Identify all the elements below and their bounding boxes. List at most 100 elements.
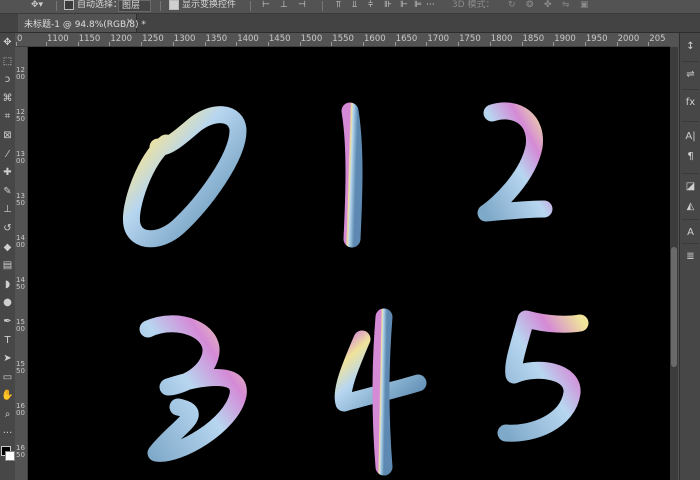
ruler-tick-label: 1900 bbox=[554, 34, 576, 44]
ruler-tick-mark bbox=[46, 42, 47, 46]
ruler-tick-label: 1500 bbox=[300, 34, 323, 44]
path-select-tool-icon[interactable]: ➤ bbox=[0, 351, 15, 367]
ruler-tick-label: 1400 bbox=[237, 34, 259, 44]
digit-3 bbox=[139, 315, 247, 462]
align-right-icon[interactable]: ⊣ bbox=[298, 0, 306, 11]
crop-tool-icon[interactable]: ⌗ bbox=[0, 109, 15, 125]
ruler-tick-label: 1600 bbox=[16, 402, 25, 417]
ruler-tick-mark bbox=[553, 42, 555, 46]
distribute-top-icon[interactable]: ⫪ bbox=[336, 0, 341, 11]
distribute-bottom-icon[interactable]: ⫩ bbox=[368, 0, 373, 11]
ruler-tick-mark bbox=[331, 42, 333, 46]
align-center-icon[interactable]: ⊥ bbox=[280, 0, 288, 11]
scrollbar-thumb[interactable] bbox=[671, 247, 677, 367]
healing-brush-tool-icon[interactable]: ✚ bbox=[0, 165, 15, 181]
orbit-3d-icon[interactable]: ↻ bbox=[508, 0, 516, 11]
more-tools-icon[interactable]: ··· bbox=[0, 426, 15, 442]
paragraph-icon[interactable]: ¶ bbox=[680, 149, 700, 165]
distribute-left-icon[interactable]: ⊪ bbox=[384, 0, 392, 11]
ruler-tick-label: 1450 bbox=[16, 276, 25, 291]
adjust-icon[interactable]: ⇌ bbox=[680, 67, 700, 83]
ruler-tick-label: 1150 bbox=[78, 34, 101, 44]
history-brush-tool-icon[interactable]: ↺ bbox=[0, 221, 15, 237]
distribute-center-icon[interactable]: ⊩ bbox=[400, 0, 408, 11]
frame-tool-icon[interactable]: ⊠ bbox=[0, 128, 15, 144]
horizontal-ruler: 0 1100 1150 1200 1250 1300 1350 1400 1450 1500 155… bbox=[15, 33, 670, 47]
pan-3d-icon[interactable]: ✤ bbox=[544, 0, 552, 11]
shape-icon[interactable]: ◭ bbox=[680, 199, 700, 215]
vertical-ruler: 1200 1250 1300 1350 1400 1450 1500 1550 1600 1650 bbox=[15, 47, 28, 480]
ruler-tick-mark bbox=[267, 42, 269, 46]
quick-select-tool-icon[interactable]: ⌘ bbox=[0, 91, 15, 107]
document-tab[interactable]: 未标题-1 @ 94.8%(RGB/8) * × bbox=[18, 14, 146, 32]
more-options-icon[interactable]: ··· bbox=[426, 0, 435, 11]
ruler-tick-mark bbox=[458, 42, 460, 46]
distribute-middle-icon[interactable]: ⫫ bbox=[352, 0, 357, 11]
background-color-swatch[interactable] bbox=[5, 451, 15, 462]
clone-stamp-tool-icon[interactable]: ⊥ bbox=[0, 202, 15, 218]
zoom-tool-icon[interactable]: ⌕ bbox=[0, 407, 15, 423]
panel-separator bbox=[682, 89, 699, 90]
ruler-tick-label: 1400 bbox=[16, 234, 25, 249]
ruler-tick-label: 0 bbox=[17, 34, 23, 44]
move-tool-icon[interactable]: ✥ bbox=[0, 35, 15, 51]
move-options-icon[interactable]: ✥▾ bbox=[31, 0, 43, 11]
scale-3d-icon[interactable]: ▣ bbox=[580, 0, 589, 11]
ruler-tick-mark bbox=[299, 42, 301, 46]
options-bar: ✥▾ 自动选择： 图层 显示变换控件 ⊢ ⊥ ⊣ ⫪ ⫫ ⫩ ⊪ ⊩ ⊫ ···… bbox=[0, 0, 700, 14]
fx-icon[interactable]: fx bbox=[680, 95, 700, 111]
arrange-icon[interactable]: ↕ bbox=[680, 39, 700, 55]
separator bbox=[250, 1, 251, 11]
digit-1 bbox=[341, 102, 363, 248]
glyphs-icon[interactable]: A bbox=[680, 225, 700, 241]
marquee-tool-icon[interactable]: ⬚ bbox=[0, 54, 15, 70]
ruler-tick-label: 1500 bbox=[16, 318, 25, 333]
properties-icon[interactable]: ≣ bbox=[680, 249, 700, 265]
ruler-tick-label: 1200 bbox=[110, 34, 133, 44]
layer-comps-icon[interactable]: ◪ bbox=[680, 179, 700, 195]
ruler-tick-mark bbox=[648, 42, 650, 46]
ruler-tick-mark bbox=[363, 42, 364, 46]
eyedropper-tool-icon[interactable]: ⁄ bbox=[0, 147, 15, 163]
show-transform-checkbox[interactable] bbox=[169, 0, 179, 10]
pen-tool-icon[interactable]: ✒ bbox=[0, 314, 15, 330]
ruler-tick-mark bbox=[109, 42, 111, 46]
hand-tool-icon[interactable]: ✋ bbox=[0, 388, 15, 404]
lasso-tool-icon[interactable]: ↄ bbox=[0, 72, 15, 88]
ruler-tick-label: 1600 bbox=[364, 34, 386, 44]
ruler-tick-label: 1650 bbox=[16, 444, 25, 459]
ruler-tick-label: 1350 bbox=[205, 34, 228, 44]
eraser-tool-icon[interactable]: ◆ bbox=[0, 240, 15, 256]
ruler-tick-label: 1750 bbox=[459, 34, 481, 44]
ruler-tick-mark bbox=[616, 42, 618, 46]
auto-select-label: 自动选择： bbox=[77, 0, 123, 10]
type-tool-icon[interactable]: T bbox=[0, 333, 15, 349]
ruler-tick-label: 1200 bbox=[16, 66, 25, 81]
brush-tool-icon[interactable]: ✎ bbox=[0, 184, 15, 200]
separator bbox=[322, 1, 323, 11]
slide-3d-icon[interactable]: ⇋ bbox=[562, 0, 570, 11]
gradient-tool-icon[interactable]: ▤ bbox=[0, 258, 15, 274]
document-canvas[interactable] bbox=[28, 47, 670, 480]
auto-select-checkbox[interactable] bbox=[64, 0, 74, 10]
ruler-tick-label: 1100 bbox=[47, 34, 69, 44]
distribute-right-icon[interactable]: ⊫ bbox=[414, 0, 422, 11]
digit-4-stem bbox=[372, 308, 393, 476]
ruler-tick-mark bbox=[489, 42, 491, 46]
align-left-icon[interactable]: ⊢ bbox=[262, 0, 270, 11]
vertical-scrollbar[interactable] bbox=[670, 47, 678, 480]
character-icon[interactable]: A| bbox=[680, 129, 700, 145]
ruler-tick-label: 1850 bbox=[522, 34, 545, 44]
close-icon[interactable]: × bbox=[126, 17, 134, 27]
ruler-tick-label: 205 bbox=[649, 34, 666, 44]
dodge-tool-icon[interactable]: ● bbox=[0, 295, 15, 311]
panel-separator bbox=[682, 243, 699, 244]
roll-3d-icon[interactable]: ❂ bbox=[526, 0, 534, 11]
blur-tool-icon[interactable]: ◗ bbox=[0, 277, 15, 293]
separator bbox=[56, 1, 57, 11]
shape-tool-icon[interactable]: ▭ bbox=[0, 370, 15, 386]
tools-panel: ✥ ⬚ ↄ ⌘ ⌗ ⊠ ⁄ ✚ ✎ ⊥ ↺ ◆ ▤ ◗ ● ✒ T ➤ ▭ ✋ ⌕ ··· bbox=[0, 33, 16, 480]
three-d-mode-label: 3D 模式： bbox=[452, 0, 495, 10]
canvas-artwork bbox=[122, 102, 589, 476]
layer-select-dropdown[interactable]: 图层 bbox=[118, 0, 152, 12]
